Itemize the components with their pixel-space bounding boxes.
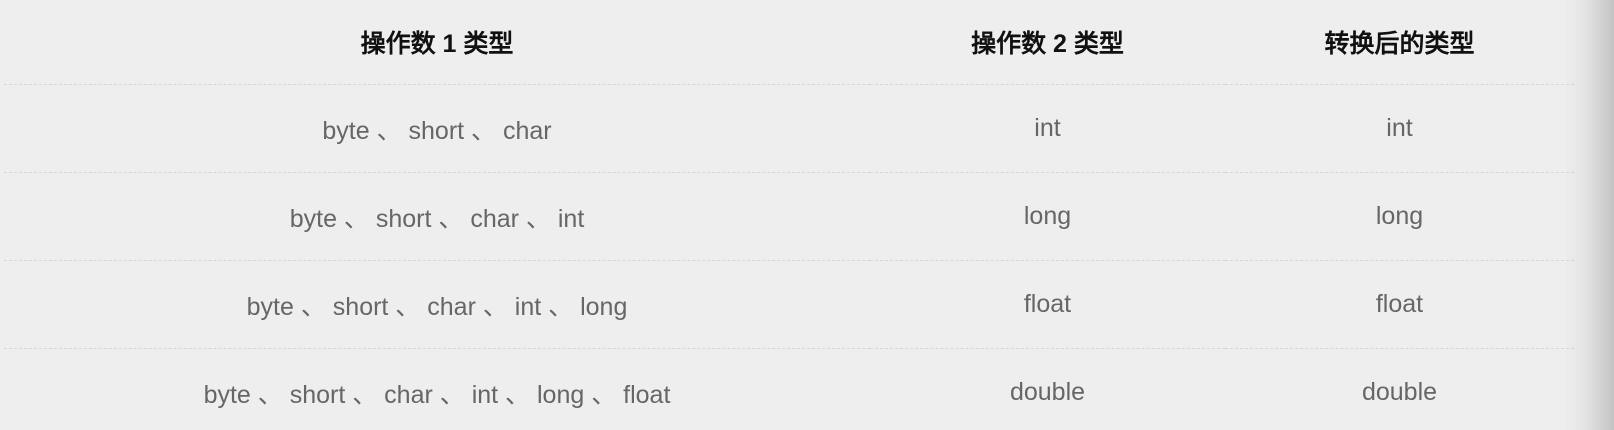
cell-operand2-type: double — [1009, 378, 1086, 406]
cell-result-type: int — [1225, 84, 1574, 173]
cell-operand1-type: byte 、 short 、 char 、 int 、 long — [4, 260, 870, 349]
cell-result-type: double — [1361, 378, 1438, 406]
cell-result-type: long — [1225, 172, 1574, 261]
header-operand1-type: 操作数 1 类型 — [4, 0, 870, 85]
cell-operand2-type: float — [870, 260, 1225, 349]
cell-operand1-type: byte 、 short 、 char — [4, 84, 870, 173]
table-row: byte 、 short 、 char 、 int long long — [4, 172, 1574, 261]
table-row: byte 、 short 、 char 、 int 、 long 、 float… — [4, 349, 1574, 430]
table-row: byte 、 short 、 char 、 int 、 long float f… — [4, 260, 1574, 349]
cell-operand1-type: byte 、 short 、 char 、 int 、 long 、 float — [203, 380, 671, 409]
cell-result-type: float — [1225, 260, 1574, 349]
cell-operand2-type: long — [870, 172, 1225, 261]
header-result-type: 转换后的类型 — [1225, 0, 1574, 85]
type-conversion-table: 操作数 1 类型 操作数 2 类型 转换后的类型 byte 、 short 、 … — [4, 0, 1574, 430]
cell-operand2-type: int — [870, 84, 1225, 173]
type-conversion-table-container: 操作数 1 类型 操作数 2 类型 转换后的类型 byte 、 short 、 … — [0, 0, 1614, 430]
table-row: byte 、 short 、 char int int — [4, 84, 1574, 173]
header-operand2-type: 操作数 2 类型 — [870, 0, 1225, 85]
cell-operand1-type: byte 、 short 、 char 、 int — [4, 172, 870, 261]
table-header-row: 操作数 1 类型 操作数 2 类型 转换后的类型 — [4, 0, 1574, 85]
